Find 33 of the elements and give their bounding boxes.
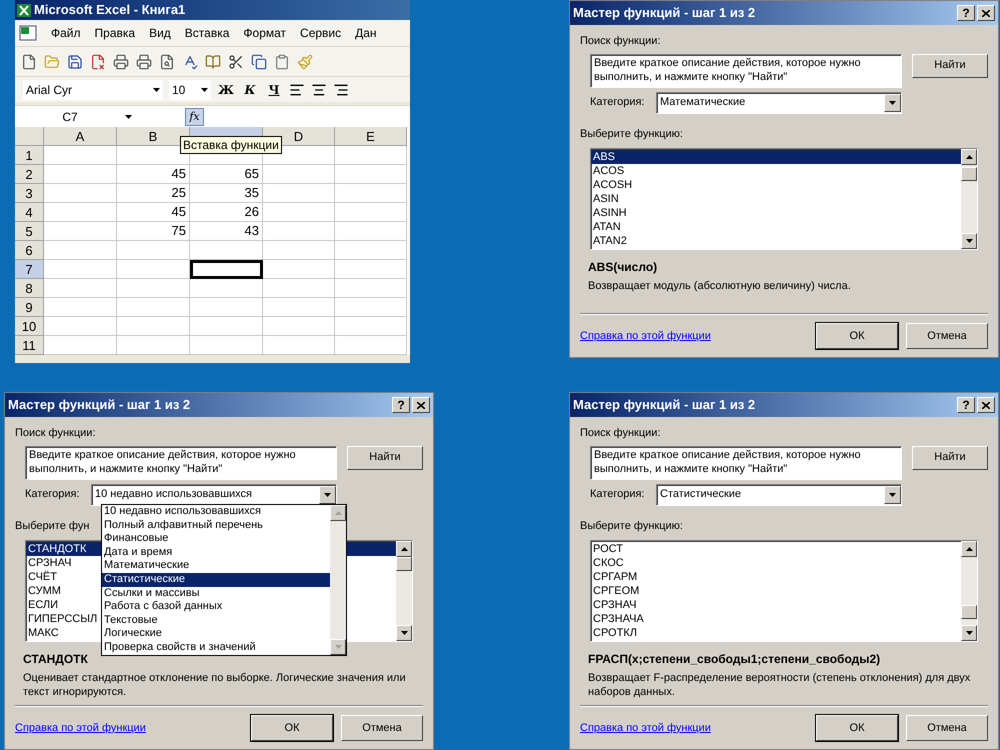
- list-label: Выберите фун: [15, 518, 90, 534]
- font-size: 10: [172, 82, 186, 98]
- list-label: Выберите функцию:: [580, 518, 683, 534]
- category-label: Категория:: [25, 487, 80, 502]
- function-description: Возвращает F-распределение вероятности (степень отклонения) для двух наборов данных.: [588, 671, 972, 699]
- category-label: Категория:: [590, 95, 646, 110]
- function-description: Возвращает модуль (абсолютную величину) числа.: [588, 279, 852, 293]
- search-label: Поиск функции:: [15, 426, 96, 441]
- function-signature: ABS(число): [588, 259, 658, 276]
- window-title: Мастер функций - шаг 1 из 2: [573, 4, 756, 22]
- table-cell: 43: [190, 222, 263, 241]
- window-title: Microsoft Excel - Книга1: [34, 1, 186, 20]
- category-value: 10 недавно использовавшихся: [95, 487, 254, 502]
- function-signature: СТАНДОТК: [23, 651, 88, 668]
- category-value: Статистические: [660, 487, 742, 502]
- table-cell: 26: [190, 203, 263, 222]
- list-label: Выберите функцию:: [580, 126, 683, 142]
- tooltip: Вставка функции: [180, 136, 282, 154]
- function-signature: FРАСП(x;степени_свободы1;степени_свободы2): [588, 651, 880, 668]
- search-label: Поиск функции:: [580, 34, 660, 49]
- function-description: Оценивает стандартное отклонение по выборке. Логические значения или текст игнорируются.: [23, 671, 407, 699]
- table-cell: 45: [117, 203, 190, 222]
- window-title: Мастер функций - шаг 1 из 2: [573, 396, 756, 414]
- table-cell: 25: [117, 184, 190, 203]
- table-cell: 75: [117, 222, 190, 241]
- window-title: Мастер функций - шаг 1 из 2: [8, 396, 190, 414]
- font-name: Arial Cyr: [26, 82, 72, 98]
- table-cell: 65: [190, 165, 263, 184]
- table-cell: 45: [117, 165, 190, 184]
- search-label: Поиск функции:: [580, 426, 660, 441]
- category-value: Математические: [660, 95, 746, 110]
- table-cell: 35: [190, 184, 263, 203]
- category-label: Категория:: [590, 487, 646, 502]
